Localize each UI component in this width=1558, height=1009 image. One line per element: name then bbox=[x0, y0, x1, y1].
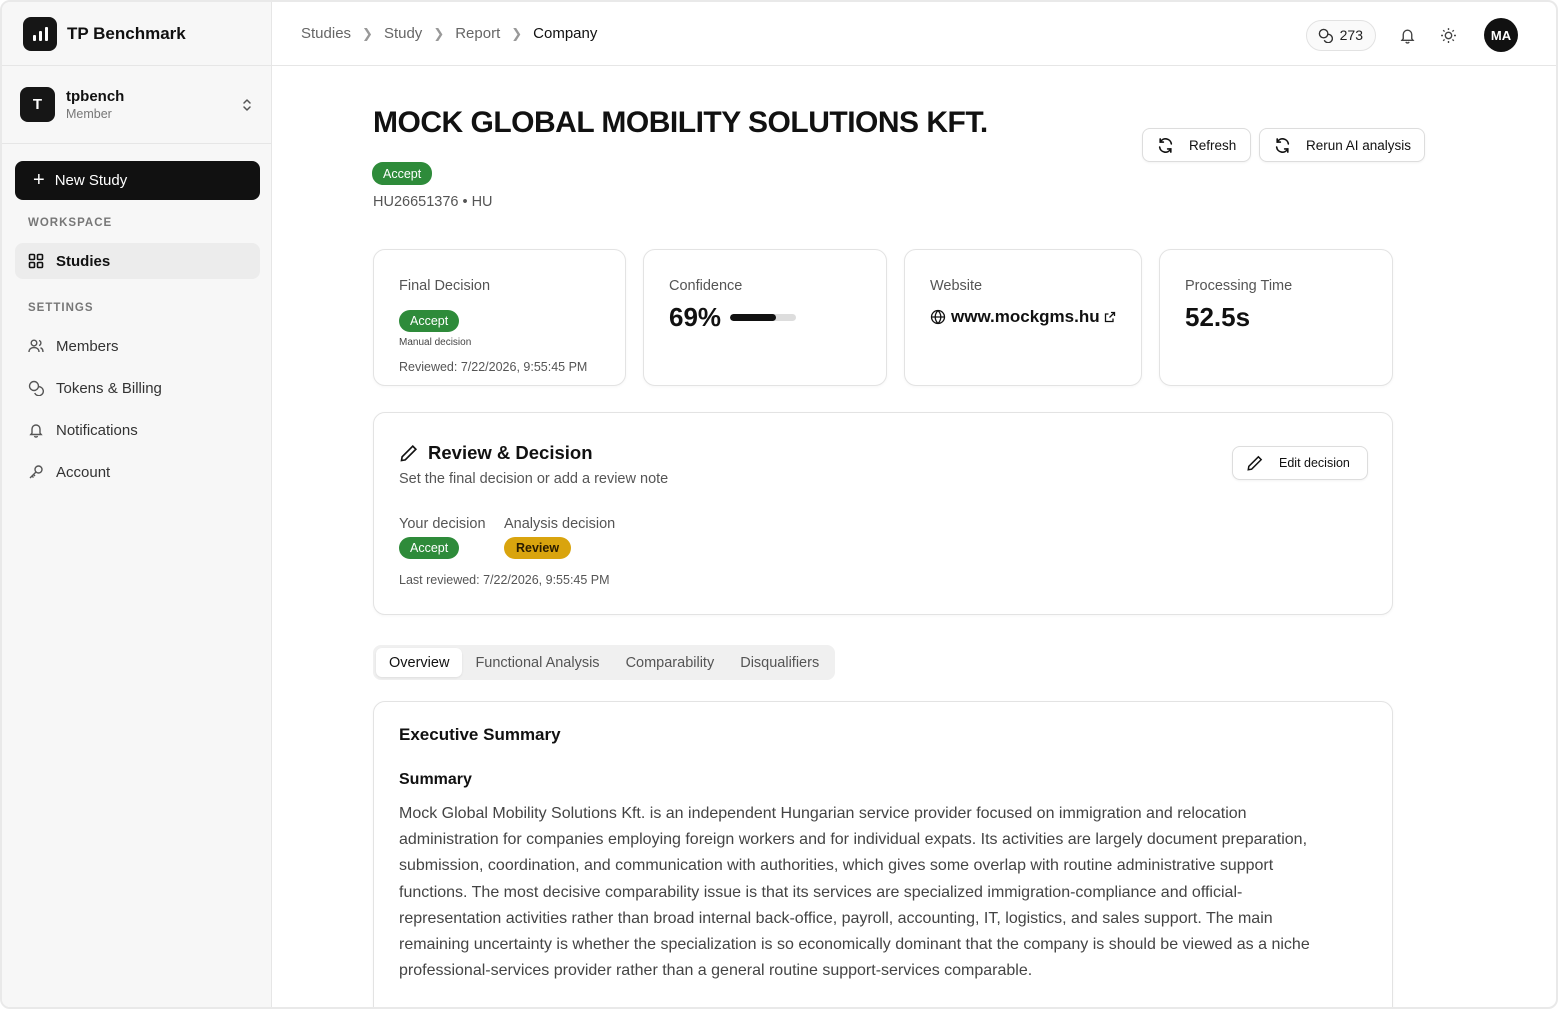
app-name: TP Benchmark bbox=[67, 23, 186, 43]
new-study-label: New Study bbox=[54, 172, 128, 189]
grid-icon bbox=[28, 253, 44, 269]
topbar: Studies ❯ Study ❯ Report ❯ Company 273 M… bbox=[272, 2, 1556, 66]
org-role: Member bbox=[66, 107, 112, 121]
website-url: www.mockgms.hu bbox=[951, 307, 1100, 326]
executive-summary-title: Executive Summary bbox=[399, 725, 561, 744]
sidebar-item-label: Account bbox=[56, 463, 111, 481]
confidence-card: Confidence 69% bbox=[643, 249, 887, 386]
breadcrumb-report[interactable]: Report bbox=[455, 25, 500, 42]
refresh-icon bbox=[1274, 137, 1291, 154]
coins-icon bbox=[28, 380, 44, 396]
sidebar-item-account[interactable]: Account bbox=[15, 454, 260, 490]
breadcrumb-studies[interactable]: Studies bbox=[301, 25, 351, 42]
org-switcher[interactable]: T tpbench Member bbox=[2, 66, 271, 144]
website-link[interactable]: www.mockgms.hu bbox=[930, 307, 1116, 327]
report-tabs: Overview Functional Analysis Comparabili… bbox=[373, 645, 836, 680]
sidebar-item-label: Studies bbox=[56, 252, 111, 270]
org-name: tpbench bbox=[66, 88, 125, 105]
user-avatar[interactable]: MA bbox=[1484, 18, 1518, 52]
page-title: MOCK GLOBAL MOBILITY SOLUTIONS KFT. bbox=[373, 106, 988, 139]
card-label: Processing Time bbox=[1185, 278, 1293, 294]
your-decision-badge: Accept bbox=[399, 537, 460, 559]
sidebar-item-studies[interactable]: Studies bbox=[15, 243, 260, 279]
bell-icon bbox=[28, 422, 44, 438]
edit-decision-label: Edit decision bbox=[1279, 456, 1350, 470]
website-card: Website www.mockgms.hu bbox=[904, 249, 1142, 386]
analysis-decision-label: Analysis decision bbox=[504, 516, 616, 532]
sidebar: TP Benchmark T tpbench Member + New Stud… bbox=[2, 2, 272, 1007]
workspace-section-label: WORKSPACE bbox=[28, 217, 113, 229]
status-badge: Accept bbox=[372, 162, 433, 185]
sidebar-item-notifications[interactable]: Notifications bbox=[15, 412, 260, 448]
app-window: TP Benchmark T tpbench Member + New Stud… bbox=[0, 0, 1558, 1009]
coins-icon bbox=[1318, 28, 1333, 43]
tab-comparability[interactable]: Comparability bbox=[613, 648, 728, 677]
external-link-icon bbox=[1104, 311, 1116, 323]
reviewed-timestamp: Reviewed: 7/22/2026, 9:55:45 PM bbox=[399, 360, 588, 374]
sidebar-item-label: Tokens & Billing bbox=[56, 379, 162, 397]
sun-icon[interactable] bbox=[1438, 25, 1458, 45]
processing-time-card: Processing Time 52.5s bbox=[1159, 249, 1393, 386]
brand[interactable]: TP Benchmark bbox=[2, 2, 271, 66]
refresh-icon bbox=[1157, 137, 1174, 154]
card-label: Website bbox=[930, 278, 983, 294]
breadcrumb-study[interactable]: Study bbox=[384, 25, 422, 42]
bell-icon[interactable] bbox=[1397, 25, 1417, 45]
rerun-label: Rerun AI analysis bbox=[1306, 137, 1412, 153]
tab-disqualifiers[interactable]: Disqualifiers bbox=[727, 648, 832, 677]
card-label: Confidence bbox=[669, 278, 743, 294]
decision-note: Manual decision bbox=[399, 337, 472, 348]
sidebar-item-members[interactable]: Members bbox=[15, 328, 260, 364]
chevron-right-icon: ❯ bbox=[511, 25, 523, 41]
token-count: 273 bbox=[1339, 27, 1363, 43]
sidebar-item-tokens-billing[interactable]: Tokens & Billing bbox=[15, 370, 260, 406]
processing-time-value: 52.5s bbox=[1185, 302, 1251, 332]
bar-chart-logo-icon bbox=[23, 16, 57, 51]
breadcrumb-company: Company bbox=[533, 25, 598, 42]
your-decision-label: Your decision bbox=[399, 516, 486, 532]
refresh-button[interactable]: Refresh bbox=[1142, 128, 1251, 162]
executive-summary-card: Executive Summary Summary Mock Global Mo… bbox=[373, 701, 1393, 1007]
settings-section-label: SETTINGS bbox=[28, 302, 94, 314]
key-icon bbox=[28, 464, 44, 480]
confidence-bar bbox=[730, 314, 797, 321]
review-decision-card: Review & Decision Set the final decision… bbox=[373, 412, 1393, 615]
pencil-icon bbox=[399, 443, 419, 463]
breadcrumb: Studies ❯ Study ❯ Report ❯ Company bbox=[301, 25, 597, 42]
review-subtitle: Set the final decision or add a review n… bbox=[399, 471, 669, 487]
summary-subtitle: Summary bbox=[399, 771, 472, 788]
tab-overview[interactable]: Overview bbox=[376, 648, 463, 677]
chevrons-up-down-icon bbox=[241, 97, 253, 113]
globe-icon bbox=[930, 309, 946, 325]
decision-badge: Accept bbox=[399, 310, 460, 332]
tab-functional-analysis[interactable]: Functional Analysis bbox=[462, 648, 612, 677]
card-label: Final Decision bbox=[399, 278, 491, 294]
sidebar-item-label: Members bbox=[56, 337, 119, 355]
org-avatar: T bbox=[20, 87, 55, 122]
company-meta: HU26651376 • HU bbox=[373, 194, 493, 210]
confidence-bar-fill bbox=[730, 314, 776, 321]
rerun-analysis-button[interactable]: Rerun AI analysis bbox=[1259, 128, 1425, 162]
pencil-icon bbox=[1246, 454, 1264, 472]
new-study-button[interactable]: + New Study bbox=[15, 161, 260, 200]
final-decision-card: Final Decision Accept Manual decision Re… bbox=[373, 249, 626, 386]
sidebar-item-label: Notifications bbox=[56, 421, 138, 439]
chevron-right-icon: ❯ bbox=[362, 25, 373, 41]
users-icon bbox=[28, 338, 44, 354]
analysis-decision-badge: Review bbox=[504, 537, 572, 559]
review-title: Review & Decision bbox=[428, 442, 593, 463]
refresh-label: Refresh bbox=[1189, 137, 1237, 153]
edit-decision-button[interactable]: Edit decision bbox=[1232, 446, 1368, 480]
chevron-right-icon: ❯ bbox=[433, 25, 445, 41]
summary-text: Mock Global Mobility Solutions Kft. is a… bbox=[399, 805, 1310, 980]
last-reviewed: Last reviewed: 7/22/2026, 9:55:45 PM bbox=[399, 573, 610, 587]
token-balance-button[interactable]: 273 bbox=[1305, 19, 1376, 51]
plus-icon: + bbox=[33, 169, 45, 191]
confidence-value: 69% bbox=[669, 302, 722, 332]
